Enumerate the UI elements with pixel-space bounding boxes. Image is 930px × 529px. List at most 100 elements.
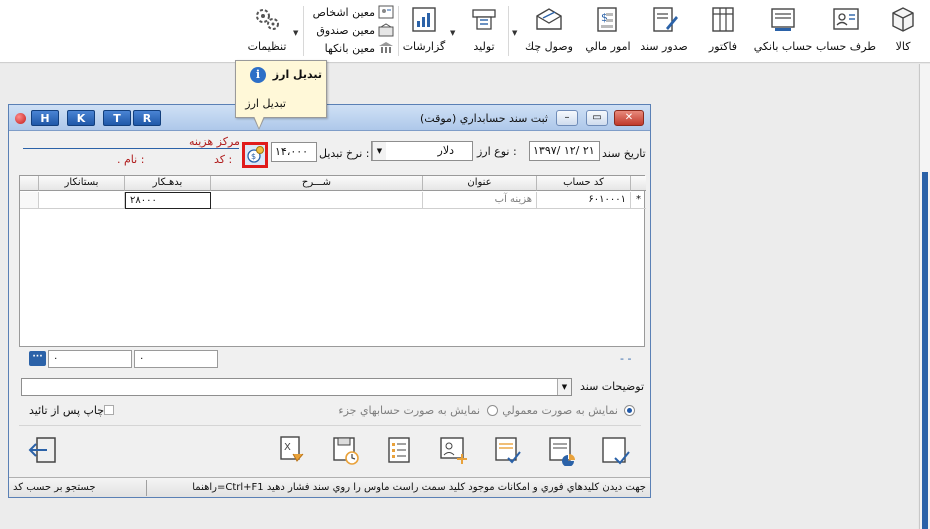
- voucher-grid: بستانكار بدهـكار شـــرح عنوان كد حساب ۲۸…: [19, 175, 646, 347]
- moein-bankha-button[interactable]: معين بانكها: [306, 39, 394, 57]
- approve-document-icon[interactable]: [491, 434, 523, 466]
- tooltip-tail-fill: [254, 116, 264, 128]
- gozareshat-button[interactable]: گزارشات: [400, 3, 448, 61]
- voucher-description-input[interactable]: ▼: [21, 378, 572, 396]
- restore-button[interactable]: ▭: [586, 110, 608, 126]
- ribbon-separator: [508, 6, 509, 56]
- cash-box-icon: [378, 23, 394, 37]
- letter-r-button[interactable]: R: [133, 110, 161, 126]
- export-excel-icon[interactable]: X: [275, 434, 307, 466]
- print-after-approve-checkbox[interactable]: [104, 405, 114, 415]
- dialog-titlebar[interactable]: H K T R ثبت سند حسابداري (موقت) – ▭ ✕: [9, 105, 650, 131]
- action-toolbar: X: [19, 425, 641, 470]
- settings-dropdown-caret[interactable]: ▼: [293, 29, 298, 37]
- info-icon: i: [250, 67, 266, 83]
- moein-sandough-button[interactable]: معين صندوق: [306, 21, 394, 39]
- name-label: . نام :: [117, 153, 145, 166]
- taraf-hesab-button[interactable]: طرف حساب: [816, 3, 876, 61]
- dialog-title: ثبت سند حسابداري (موقت): [420, 112, 548, 125]
- ribbon-separator: [303, 6, 304, 56]
- confirm-check-icon[interactable]: [599, 434, 631, 466]
- header-account-code[interactable]: كد حساب: [537, 176, 631, 191]
- bank-account-label: حساب بانکي: [753, 40, 813, 53]
- print-after-approve-label: چاپ پس از تائيد: [29, 404, 105, 417]
- radio-normal[interactable]: [624, 405, 635, 416]
- report-label: گزارشات: [402, 40, 446, 53]
- bank-account-icon: [771, 8, 795, 31]
- report-chart-icon: [412, 7, 436, 32]
- check-envelope-icon: [536, 8, 562, 30]
- currency-tooltip: i تبديل ارز تبديل ارز: [235, 60, 327, 118]
- radio-normal-label: نمايش به صورت معمولي: [502, 404, 618, 417]
- contact-card-icon: [833, 8, 859, 30]
- ribbon-separator: [398, 6, 399, 56]
- right-side-panel[interactable]: [919, 64, 930, 529]
- factor-button[interactable]: فاکتور: [700, 3, 746, 61]
- invoice-icon: [712, 7, 734, 32]
- kala-button[interactable]: کالا: [880, 3, 926, 61]
- moein-ashkhas-button[interactable]: معين اشخاص: [306, 3, 394, 21]
- cell-account-code[interactable]: ۶۰۱۰۰۰۱: [537, 192, 631, 209]
- sodour-sanad-button[interactable]: صدور سند: [638, 3, 690, 61]
- production-icon: [472, 9, 496, 30]
- minimize-button[interactable]: –: [556, 110, 578, 126]
- tooltip-body: تبديل ارز: [245, 97, 286, 110]
- currency-select[interactable]: ▼ دلار: [371, 141, 473, 161]
- currency-convert-button[interactable]: $: [242, 142, 268, 168]
- vosoul-check-button[interactable]: وصول چك: [520, 3, 578, 61]
- letter-t-button[interactable]: T: [103, 110, 131, 126]
- gears-icon: [256, 9, 279, 30]
- box-icon: [892, 7, 914, 32]
- accounting-voucher-dialog: H K T R ثبت سند حسابداري (موقت) – ▭ ✕ تا…: [8, 104, 651, 498]
- exit-arrow-icon[interactable]: [27, 434, 59, 466]
- add-person-icon[interactable]: [437, 434, 469, 466]
- finance-icon: $: [597, 7, 617, 32]
- kala-label: کالا: [895, 40, 911, 53]
- header-title[interactable]: عنوان: [423, 176, 537, 191]
- letter-k-button[interactable]: K: [67, 110, 95, 126]
- grid-row-header: [631, 176, 646, 191]
- cell-debit[interactable]: ۲۸۰۰۰: [125, 192, 211, 209]
- tooltip-title: تبديل ارز: [272, 68, 322, 81]
- document-pen-icon: [653, 7, 678, 32]
- cell-title[interactable]: هزينه آب: [423, 192, 537, 209]
- exchange-rate-field[interactable]: ۱۴،۰۰۰: [271, 142, 317, 162]
- cell-description[interactable]: [211, 192, 423, 209]
- ribbon-toolbar: کالا طرف حساب حساب بانکي فاکتور صدور سند…: [0, 0, 930, 63]
- header-credit[interactable]: بستانكار: [39, 176, 125, 191]
- cell-credit[interactable]: [39, 192, 125, 209]
- status-search-mode: جستجو بر حسب كد: [13, 482, 96, 493]
- taraf-label: طرف حساب: [815, 40, 877, 53]
- chevron-down-icon[interactable]: ▼: [372, 142, 386, 160]
- letter-h-button[interactable]: H: [31, 110, 59, 126]
- credit-total-field: ۰: [48, 350, 132, 368]
- omour-mali-button[interactable]: $ امور مالي: [584, 3, 632, 61]
- header-debit[interactable]: بدهـكار: [125, 176, 211, 191]
- more-options-button[interactable]: ···: [29, 351, 46, 366]
- grid-corner: [20, 176, 39, 191]
- currency-value: دلار: [437, 144, 454, 157]
- report-dropdown-caret[interactable]: ▼: [450, 29, 455, 37]
- row-spacer: [20, 192, 39, 209]
- mali-label: امور مالي: [585, 40, 631, 53]
- chevron-down-icon[interactable]: ▼: [557, 379, 571, 395]
- report-document-icon[interactable]: [545, 434, 577, 466]
- date-field[interactable]: ۱۳۹۷/ ۱۲/ ۲۱: [529, 141, 600, 161]
- currency-exchange-icon: $: [247, 146, 264, 163]
- radio-detail[interactable]: [487, 405, 498, 416]
- tolid-button[interactable]: توليد: [462, 3, 506, 61]
- header-description[interactable]: شـــرح: [211, 176, 423, 191]
- svg-text:X: X: [284, 442, 291, 453]
- date-label: تاريخ سند: [602, 147, 646, 160]
- panel-strip: [922, 172, 928, 529]
- check-dropdown-caret[interactable]: ▼: [512, 29, 517, 37]
- display-options-row: نمايش به صورت معمولي نمايش به صورت حسابه…: [9, 403, 650, 419]
- radio-detail-label: نمايش به صورت حسابهاي جزء: [338, 404, 480, 417]
- save-clock-icon[interactable]: [329, 434, 361, 466]
- close-button[interactable]: ✕: [614, 110, 644, 126]
- bank-account-button[interactable]: حساب بانکي: [751, 3, 815, 61]
- checklist-icon[interactable]: [383, 434, 415, 466]
- cost-center-underline: [23, 148, 239, 149]
- tanzimat-button[interactable]: تنظيمات: [244, 3, 290, 61]
- rate-label: نرخ تبديل :: [319, 147, 370, 160]
